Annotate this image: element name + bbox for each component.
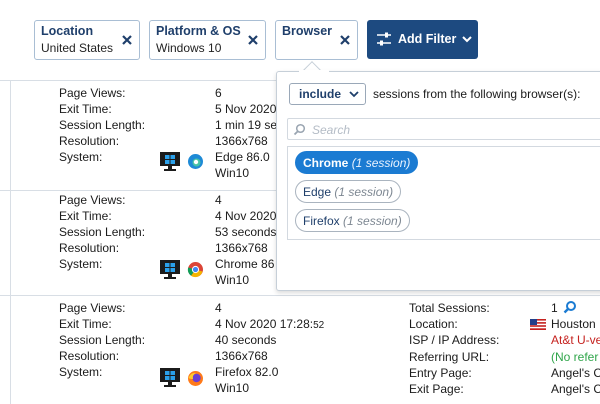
- session-length-value: 1 min 19 se: [215, 118, 278, 132]
- field-label: Page Views:: [59, 301, 126, 315]
- firefox-icon: [188, 371, 203, 386]
- popup-description: sessions from the following browser(s):: [373, 87, 581, 101]
- detail-label: Entry Page:: [409, 366, 472, 380]
- browser-option-name: Firefox: [303, 214, 340, 228]
- page-views-value: 4: [215, 193, 222, 207]
- total-sessions-value: 1: [551, 301, 558, 315]
- field-label: System:: [59, 150, 103, 164]
- filter-chip-location[interactable]: Location United States: [34, 20, 140, 60]
- browser-option-count: (1 session): [351, 156, 411, 170]
- close-icon[interactable]: [121, 34, 133, 46]
- desktop-icon: [160, 368, 180, 387]
- field-label: System:: [59, 257, 103, 271]
- page-views-value: 4: [215, 301, 222, 315]
- browser-value: Edge 86.0: [215, 150, 270, 164]
- field-label: Resolution:: [59, 241, 120, 255]
- session-length-value: 53 seconds: [215, 225, 277, 239]
- field-label: Resolution:: [59, 134, 120, 148]
- browser-option-count: (1 session): [334, 185, 394, 199]
- exit-time-seconds: 52: [313, 320, 325, 331]
- field-label: Page Views:: [59, 193, 126, 207]
- detail-label: Exit Page:: [409, 382, 464, 396]
- search-icon: [293, 123, 306, 136]
- referring-url-value: (No refer: [551, 350, 599, 364]
- browser-option-firefox[interactable]: Firefox (1 session): [295, 209, 410, 232]
- chrome-icon: [187, 262, 203, 278]
- field-label: Exit Time:: [59, 317, 112, 331]
- browser-search-input[interactable]: Search: [287, 118, 600, 140]
- field-label: System:: [59, 365, 103, 379]
- browser-option-edge[interactable]: Edge (1 session): [295, 180, 402, 203]
- field-label: Session Length:: [59, 225, 146, 239]
- browser-option-name: Edge: [303, 185, 332, 199]
- filter-chip-title: Platform & OS: [156, 24, 241, 38]
- filter-chip-title: Browser: [282, 24, 333, 38]
- exit-page-value[interactable]: Angel's C: [551, 382, 600, 396]
- search-placeholder: Search: [312, 123, 351, 137]
- detail-label: Referring URL:: [409, 350, 490, 364]
- field-label: Page Views:: [59, 86, 126, 100]
- session-length-value: 40 seconds: [215, 333, 277, 347]
- exit-time-value: 5 Nov 2020: [215, 102, 277, 116]
- add-filter-label: Add Filter: [398, 32, 457, 46]
- include-select-value: include: [299, 87, 342, 101]
- close-icon[interactable]: [339, 34, 351, 46]
- browser-filter-popup: include sessions from the following brow…: [276, 70, 600, 291]
- close-icon[interactable]: [247, 34, 259, 46]
- filter-chip-title: Location: [41, 24, 94, 38]
- search-icon[interactable]: [563, 300, 577, 314]
- filter-chip-browser[interactable]: Browser: [275, 20, 358, 60]
- os-value: Win10: [215, 381, 250, 395]
- include-select[interactable]: include: [289, 83, 366, 105]
- chevron-down-icon: [349, 91, 359, 98]
- sliders-icon: [377, 32, 391, 46]
- resolution-value: 1366x768: [215, 349, 268, 363]
- field-label: Resolution:: [59, 349, 120, 363]
- detail-label: Total Sessions:: [409, 301, 490, 315]
- exit-time-date: 4 Nov 2020 17:28:: [215, 317, 314, 331]
- browser-option-chrome[interactable]: Chrome (1 session): [295, 151, 419, 174]
- browser-option-list: Chrome (1 session) Edge (1 session) Fire…: [287, 146, 600, 240]
- filter-chip-value: Windows 10: [156, 41, 222, 55]
- desktop-icon: [160, 260, 180, 279]
- page-views-value: 6: [215, 86, 222, 100]
- isp-link[interactable]: At&t U-ve: [551, 333, 600, 347]
- desktop-icon: [160, 152, 180, 171]
- browser-value: Firefox 82.0: [215, 365, 279, 379]
- divider: [0, 190, 276, 191]
- divider: [10, 80, 11, 404]
- browser-option-name: Chrome: [303, 156, 349, 170]
- us-flag-icon: [530, 319, 546, 330]
- os-value: Win10: [215, 273, 250, 287]
- add-filter-button[interactable]: Add Filter: [367, 20, 478, 59]
- filter-chip-platform[interactable]: Platform & OS Windows 10: [149, 20, 266, 60]
- exit-time-value: 4 Nov 2020: [215, 209, 277, 223]
- browser-option-count: (1 session): [343, 214, 402, 228]
- filter-chip-value: United States: [41, 41, 114, 55]
- os-value: Win10: [215, 166, 250, 180]
- field-label: Exit Time:: [59, 102, 112, 116]
- browser-value: Chrome 86: [215, 257, 275, 271]
- detail-label: Location:: [409, 317, 458, 331]
- field-label: Exit Time:: [59, 209, 112, 223]
- field-label: Session Length:: [59, 118, 146, 132]
- field-label: Session Length:: [59, 333, 146, 347]
- location-value: Houston: [551, 317, 596, 331]
- chevron-down-icon: [462, 36, 472, 43]
- resolution-value: 1366x768: [215, 241, 268, 255]
- divider: [0, 295, 600, 296]
- entry-page-value[interactable]: Angel's C: [551, 366, 600, 380]
- exit-time-value: 4 Nov 2020 17:28:52: [215, 317, 324, 331]
- popup-arrow-mask: [299, 70, 329, 74]
- edge-icon: [188, 154, 203, 169]
- resolution-value: 1366x768: [215, 134, 268, 148]
- detail-label: ISP / IP Address:: [409, 333, 500, 347]
